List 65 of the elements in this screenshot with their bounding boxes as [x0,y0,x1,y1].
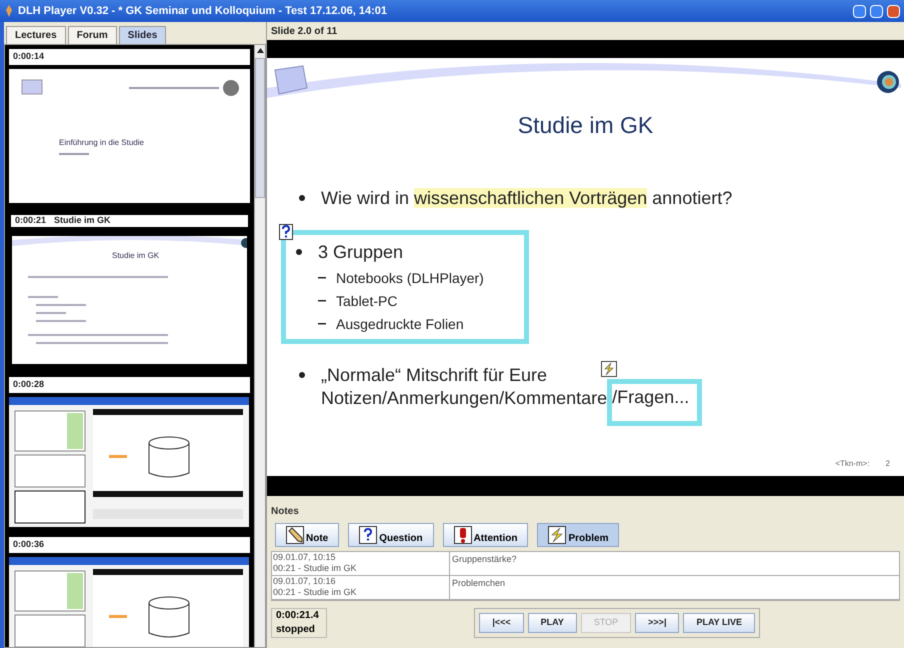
player-button[interactable]: >>>| [635,612,680,632]
time-display: 0:00:21.4 [276,608,320,622]
bullet-icon [299,195,305,201]
tab[interactable]: Lectures [6,26,66,44]
app-icon [4,5,14,17]
note-text: Problemchen [452,578,506,588]
sub-bullet-text: Notebooks (DLHPlayer) [336,268,484,288]
player-button[interactable]: |<<< [479,612,524,632]
dash-icon [318,323,326,325]
bullet-icon [299,372,305,378]
maximize-button[interactable] [870,4,883,18]
bullet-text: 3 Gruppen [318,240,404,264]
scroll-thumb[interactable] [255,58,265,198]
lightning-icon [601,360,618,376]
emblem-icon [876,70,900,94]
slide-footer: <Tkn-m>: [835,458,870,470]
player-button[interactable]: PLAY LIVE [683,612,755,632]
dash-icon [318,300,326,302]
annotation-button[interactable]: Attention [442,523,528,547]
author-line [59,153,89,155]
window-title: DLH Player V0.32 - * GK Seminar und Kolloquium - Test 17.12.06, 14:01 [18,4,388,19]
annotation-frame[interactable]: 3 Gruppen Notebooks (DLHPlayer) Tablet-PC Ausgedruckte Folien [281,230,529,344]
notes-heading: Notes [271,505,300,519]
minimize-button[interactable] [853,4,866,18]
thumbnail-slide-title: Einführung in die Studie [59,137,144,149]
thumbnail-header[interactable]: 0:00:14 [9,49,250,65]
tab[interactable]: Forum [68,26,117,44]
note-text: Gruppenstärke? [452,554,517,564]
sub-bullet-text: Tablet-PC [336,292,398,310]
annotation-button[interactable]: Problem [537,523,620,547]
slide-label: Slide 2.0 of 11 [271,24,338,38]
note-date: 09.01.07, 10:15 [273,552,337,563]
bullet-text: Notizen/Anmerkungen/Kommentare [321,386,608,410]
tab[interactable]: Slides [118,26,166,44]
question-mark-icon [359,526,378,544]
annotation-frame[interactable]: /Fragen... [607,378,702,426]
scrollbar[interactable] [254,45,265,647]
question-mark-icon [279,224,293,240]
player-button[interactable]: PLAY [528,612,577,632]
exclamation-icon [454,526,472,544]
bullet-text: Wie wird in wissenschaftlichen Vorträgen annotiert? [321,186,732,210]
playback-state: stopped [276,622,316,636]
note-date: 09.01.07, 10:16 [273,576,337,587]
close-button[interactable] [887,4,900,18]
pencil-icon [286,526,304,544]
lightning-icon [548,526,566,544]
dash-icon [318,277,326,279]
slide-title: Studie im GK [518,111,654,140]
page-number: 2 [886,458,890,470]
note-slide: 00:21 - Studie im GK [273,563,358,574]
thumbnail-header[interactable]: 0:00:28 [9,377,250,393]
note-slide: 00:21 - Studie im GK [273,587,358,598]
bullet-icon [296,249,302,255]
annotation-button[interactable]: Note [275,523,340,547]
sub-bullet-text: Ausgedruckte Folien [336,314,464,334]
thumbnail-header[interactable]: 0:00:21 Studie im GK [9,213,250,229]
annotation-button[interactable]: Question [348,523,434,547]
emblem-icon [222,79,240,97]
bullet-text: „Normale“ Mitschrift für Eure [321,364,548,386]
thumbnail-header[interactable]: 0:00:36 [9,537,250,553]
map-icon [21,79,43,95]
scroll-up-icon[interactable] [256,48,264,53]
thumbnail-slide-title: Studie im GK [112,250,160,262]
slide-thumbnail[interactable]: Studie im GK [9,233,250,367]
slide-thumbnail[interactable]: Einführung in die Studie [9,69,250,203]
